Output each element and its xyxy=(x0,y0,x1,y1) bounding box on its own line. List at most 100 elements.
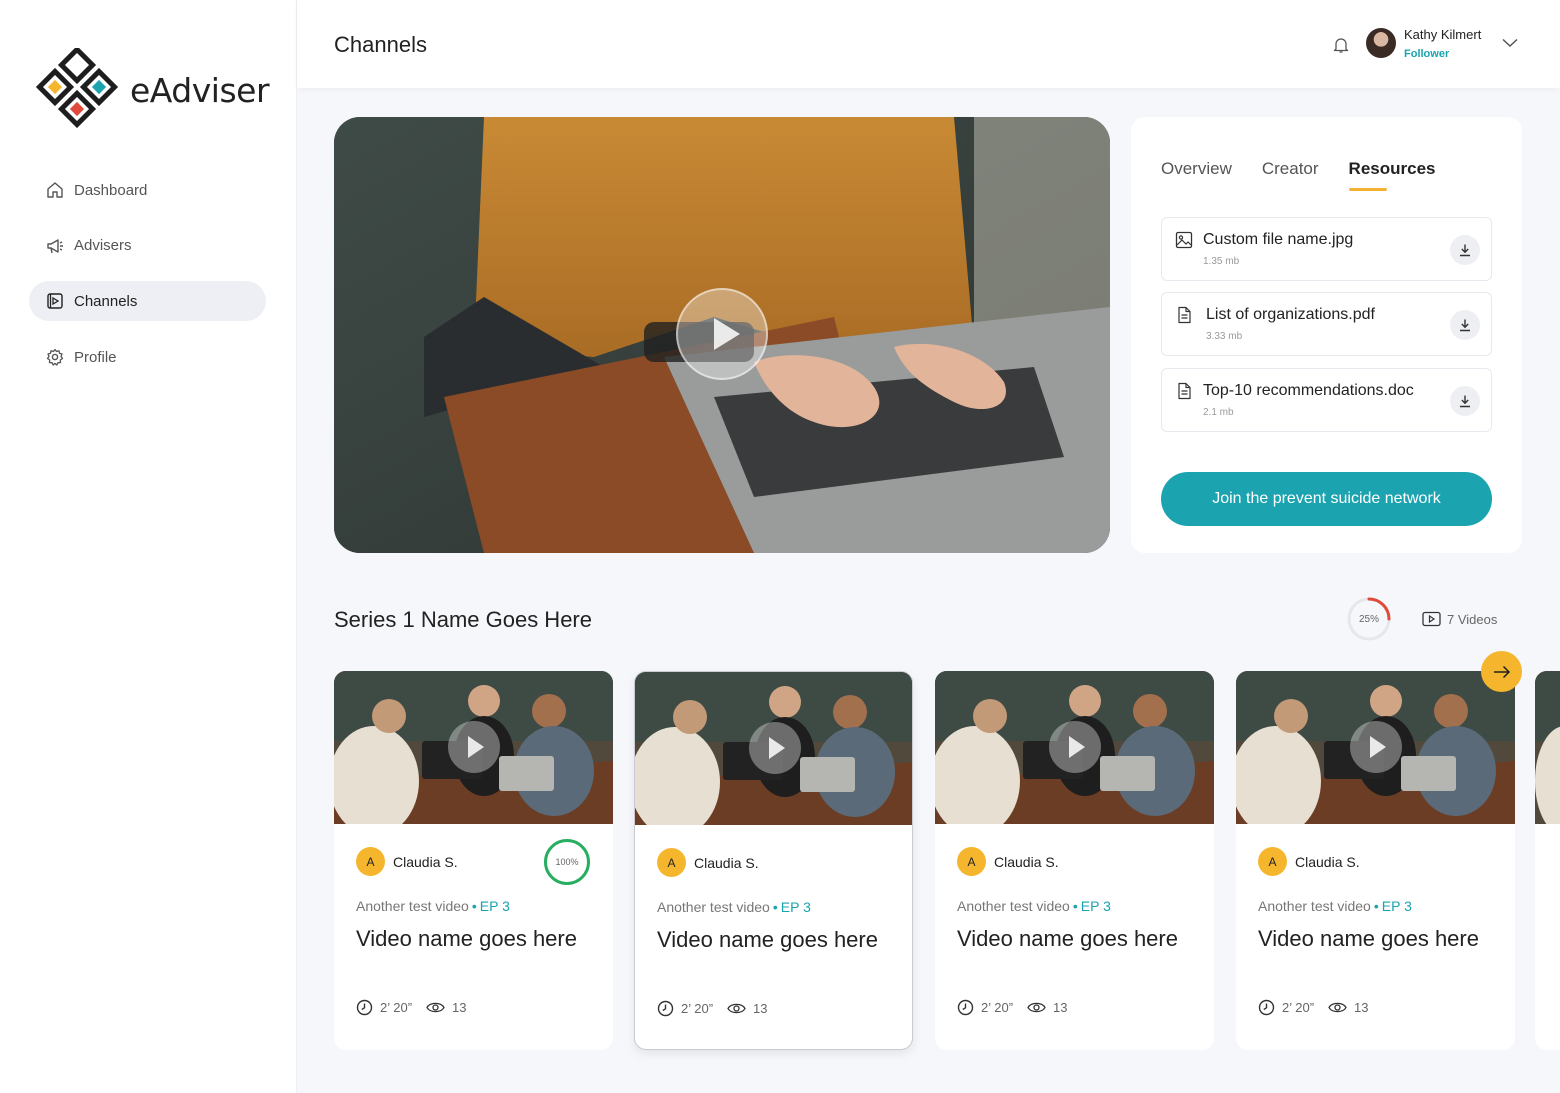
series-name: Another test video xyxy=(356,898,469,914)
chevron-down-icon[interactable] xyxy=(1502,38,1518,48)
clock-icon xyxy=(356,999,373,1016)
sidebar: eAdviser Dashboard Advisers Channels Pro… xyxy=(0,0,297,1093)
panel-tabs: Overview Creator Resources xyxy=(1161,159,1465,191)
video-card-partial[interactable] xyxy=(1535,671,1560,1050)
top-header: Channels Kathy Kilmert Follower xyxy=(297,0,1560,88)
home-icon xyxy=(47,182,63,198)
arrow-right-icon xyxy=(1493,665,1510,678)
join-network-button[interactable]: Join the prevent suicide network xyxy=(1161,472,1492,526)
video-count-label: 7 Videos xyxy=(1447,611,1498,627)
video-views: 13 xyxy=(1354,1000,1369,1015)
episode-label[interactable]: EP 3 xyxy=(480,898,510,914)
author-name: Claudia S. xyxy=(1295,854,1360,870)
resource-name: List of organizations.pdf xyxy=(1206,306,1375,323)
video-subtitle: Another test video • EP 3 xyxy=(657,899,811,915)
sidebar-item-label: Profile xyxy=(74,348,117,366)
tab-overview[interactable]: Overview xyxy=(1161,159,1232,179)
hero-video[interactable] xyxy=(334,117,1110,553)
download-icon xyxy=(1460,395,1470,408)
page-title: Channels xyxy=(334,32,427,57)
author-avatar: A xyxy=(1258,847,1287,876)
resource-item[interactable]: List of organizations.pdf 3.33 mb xyxy=(1161,292,1492,356)
document-icon xyxy=(1178,306,1191,324)
video-title[interactable]: Video name goes here xyxy=(957,926,1178,952)
video-count: 7 Videos xyxy=(1422,611,1497,627)
play-button[interactable] xyxy=(749,722,801,774)
image-icon xyxy=(1175,231,1193,249)
eye-icon xyxy=(1328,1002,1347,1013)
video-meta: 2’ 20” 13 xyxy=(1258,999,1369,1016)
series-progress: 25% xyxy=(1346,596,1392,642)
tab-resources[interactable]: Resources xyxy=(1348,159,1435,191)
megaphone-icon xyxy=(47,238,63,253)
download-button[interactable] xyxy=(1450,310,1480,340)
series-title: Series 1 Name Goes Here xyxy=(334,607,592,632)
video-card[interactable]: A Claudia S. Another test video • EP 3 Vid… xyxy=(634,671,913,1050)
play-button[interactable] xyxy=(1350,721,1402,773)
video-duration: 2’ 20” xyxy=(1282,1000,1315,1015)
download-button[interactable] xyxy=(1450,235,1480,265)
video-meta: 2’ 20” 13 xyxy=(657,1000,768,1017)
video-card[interactable]: A Claudia S. Another test video • EP 3 Vid… xyxy=(935,671,1214,1050)
episode-label[interactable]: EP 3 xyxy=(1081,898,1111,914)
video-icon xyxy=(47,293,63,310)
app-name: eAdviser xyxy=(130,70,270,110)
video-views: 13 xyxy=(452,1000,467,1015)
video-thumbnail[interactable] xyxy=(635,672,912,825)
user-name[interactable]: Kathy Kilmert xyxy=(1404,27,1481,42)
gear-icon xyxy=(46,348,64,366)
video-subtitle: Another test video • EP 3 xyxy=(957,898,1111,914)
sidebar-item-dashboard[interactable]: Dashboard xyxy=(29,170,266,210)
sidebar-item-advisers[interactable]: Advisers xyxy=(29,226,266,266)
video-thumbnail[interactable] xyxy=(1236,671,1515,824)
sidebar-item-label: Channels xyxy=(74,292,138,310)
next-arrow-button[interactable] xyxy=(1481,651,1522,692)
sidebar-item-label: Advisers xyxy=(74,237,132,255)
video-subtitle: Another test video • EP 3 xyxy=(1258,898,1412,914)
app-logo[interactable]: eAdviser xyxy=(36,48,270,132)
sidebar-item-profile[interactable]: Profile xyxy=(29,337,266,377)
progress-label: 25% xyxy=(1358,613,1379,625)
video-subtitle: Another test video • EP 3 xyxy=(356,898,510,914)
video-views: 13 xyxy=(1053,1000,1068,1015)
play-button[interactable] xyxy=(448,721,500,773)
resource-size: 1.35 mb xyxy=(1203,256,1240,267)
bell-icon[interactable] xyxy=(1332,36,1350,54)
download-icon xyxy=(1460,319,1470,332)
resource-size: 2.1 mb xyxy=(1203,407,1234,418)
author-avatar: A xyxy=(657,848,686,877)
author-name: Claudia S. xyxy=(994,854,1059,870)
play-button[interactable] xyxy=(676,288,768,380)
video-card[interactable]: A Claudia S. 100% Another test video • EP … xyxy=(334,671,613,1050)
eye-icon xyxy=(1027,1002,1046,1013)
resource-name: Top-10 recommendations.doc xyxy=(1203,382,1414,399)
video-title[interactable]: Video name goes here xyxy=(657,927,878,953)
eye-icon xyxy=(426,1002,445,1013)
episode-label[interactable]: EP 3 xyxy=(1382,898,1412,914)
video-title[interactable]: Video name goes here xyxy=(1258,926,1479,952)
episode-label[interactable]: EP 3 xyxy=(781,899,811,915)
thumbnail-image xyxy=(1535,671,1560,836)
user-avatar[interactable] xyxy=(1366,28,1396,58)
author-avatar: A xyxy=(957,847,986,876)
video-title[interactable]: Video name goes here xyxy=(356,926,577,952)
video-icon xyxy=(1422,611,1441,627)
resource-name: Custom file name.jpg xyxy=(1203,231,1354,248)
resource-size: 3.33 mb xyxy=(1206,331,1243,342)
resource-item[interactable]: Custom file name.jpg 1.35 mb xyxy=(1161,217,1492,281)
video-thumbnail[interactable] xyxy=(334,671,613,824)
sidebar-item-channels[interactable]: Channels xyxy=(29,281,266,322)
sidebar-nav: Dashboard Advisers Channels Profile xyxy=(29,170,266,393)
download-button[interactable] xyxy=(1450,386,1480,416)
video-duration: 2’ 20” xyxy=(981,1000,1014,1015)
sidebar-item-label: Dashboard xyxy=(74,181,148,199)
completion-badge: 100% xyxy=(544,839,590,885)
series-name: Another test video xyxy=(657,899,770,915)
video-thumbnail[interactable] xyxy=(935,671,1214,824)
play-button[interactable] xyxy=(1049,721,1101,773)
tab-creator[interactable]: Creator xyxy=(1262,159,1319,179)
author-avatar: A xyxy=(356,847,385,876)
video-card[interactable]: A Claudia S. Another test video • EP 3 Vid… xyxy=(1236,671,1515,1050)
resource-item[interactable]: Top-10 recommendations.doc 2.1 mb xyxy=(1161,368,1492,432)
resources-panel: Overview Creator Resources Custom file n… xyxy=(1131,117,1522,553)
